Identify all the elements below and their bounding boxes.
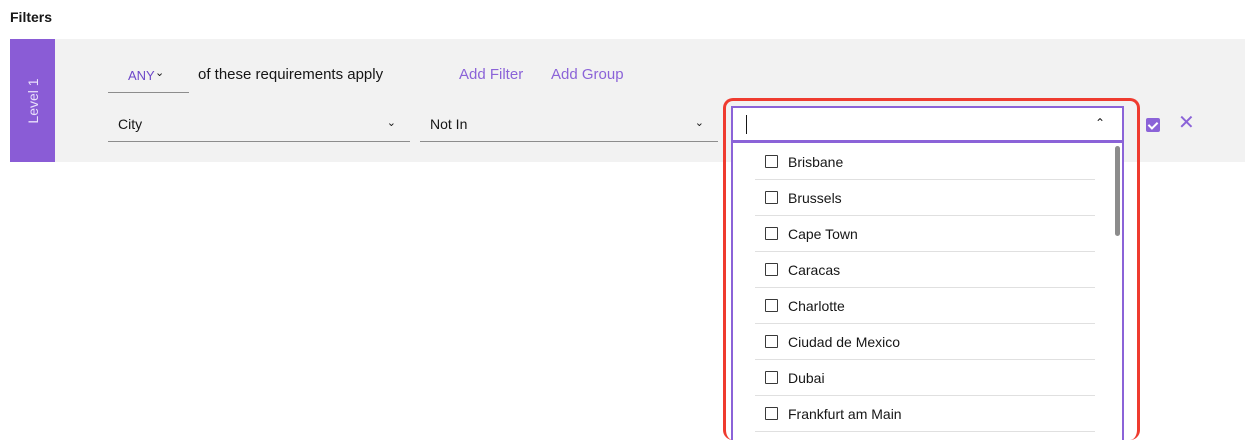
checkbox-checked-icon[interactable] — [1146, 118, 1160, 132]
list-item[interactable]: Brisbane — [755, 144, 1095, 180]
chevron-down-icon: ⌄ — [386, 117, 396, 129]
option-list: Brisbane Brussels Cape Town Caracas Char… — [755, 144, 1095, 432]
option-label: Ciudad de Mexico — [788, 333, 901, 350]
city-search-input[interactable]: ⌃ — [733, 108, 1122, 143]
chevron-down-icon: ⌄ — [694, 117, 704, 129]
chevron-up-icon[interactable]: ⌃ — [1095, 116, 1105, 130]
checkbox-icon[interactable] — [765, 407, 778, 420]
checkbox-icon[interactable] — [765, 227, 778, 240]
checkbox-icon[interactable] — [765, 299, 778, 312]
checkbox-icon[interactable] — [765, 371, 778, 384]
list-item[interactable]: Brussels — [755, 180, 1095, 216]
option-label: Brisbane — [788, 153, 844, 170]
field-value: City — [118, 116, 143, 132]
operator-value: Not In — [430, 116, 468, 132]
level-tab: Level 1 — [10, 39, 55, 162]
add-filter-link[interactable]: Add Filter — [459, 66, 523, 83]
list-item[interactable]: Charlotte — [755, 288, 1095, 324]
checkbox-icon[interactable] — [765, 155, 778, 168]
list-item[interactable]: Ciudad de Mexico — [755, 324, 1095, 360]
list-item[interactable]: Frankfurt am Main — [755, 396, 1095, 432]
checkbox-icon[interactable] — [765, 191, 778, 204]
scrollbar[interactable] — [1114, 144, 1122, 440]
city-multiselect-dropdown[interactable]: ⌃ Brisbane Brussels Cape Town Caracas Ch… — [731, 106, 1124, 440]
checkbox-icon[interactable] — [765, 335, 778, 348]
text-caret — [746, 115, 747, 134]
field-select[interactable]: City ⌄ — [108, 107, 410, 142]
requirement-text: of these requirements apply — [198, 66, 384, 83]
option-label: Dubai — [788, 369, 825, 386]
scrollbar-thumb[interactable] — [1115, 146, 1120, 236]
close-icon[interactable]: ✕ — [1178, 113, 1195, 133]
quantifier-select[interactable]: ANY ⌄ — [108, 60, 189, 93]
option-label: Charlotte — [788, 297, 845, 314]
option-label: Cape Town — [788, 225, 858, 242]
level-label: Level 1 — [24, 77, 41, 124]
option-label: Brussels — [788, 189, 842, 206]
option-label: Caracas — [788, 261, 841, 278]
operator-select[interactable]: Not In ⌄ — [420, 107, 718, 142]
chevron-down-icon: ⌄ — [155, 67, 165, 79]
list-item[interactable]: Caracas — [755, 252, 1095, 288]
option-label: Frankfurt am Main — [788, 405, 902, 422]
add-group-link[interactable]: Add Group — [551, 66, 624, 83]
quantifier-value: ANY — [128, 68, 155, 83]
list-item[interactable]: Dubai — [755, 360, 1095, 396]
list-item[interactable]: Cape Town — [755, 216, 1095, 252]
checkbox-icon[interactable] — [765, 263, 778, 276]
page-title: Filters — [10, 9, 53, 25]
